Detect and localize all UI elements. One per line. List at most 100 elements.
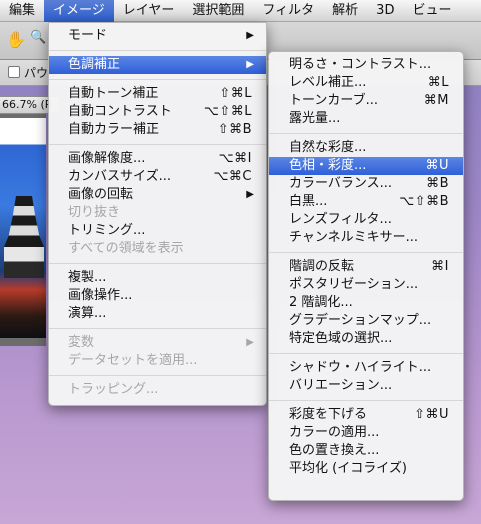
zoom-tool-icon[interactable]: 🔍 [30,30,46,45]
menu-view[interactable]: ビュー [403,0,460,22]
menu-item-label: レベル補正... [289,75,367,90]
menu-item-label: レンズフィルタ... [289,212,392,227]
menu-item-shortcut: ⌥⇧⌘L [203,104,252,119]
menu-item-shortcut: ⌘U [425,158,449,173]
menu-item-trim[interactable]: トリミング... [49,222,266,240]
menu-item-shortcut: ⌥⌘C [213,169,252,184]
menu-item-label: 2 階調化... [289,295,353,310]
menu-item-shortcut: ⌘I [431,259,449,274]
menu-item-mode[interactable]: モード ▶ [49,27,266,45]
submenu-item-invert[interactable]: 階調の反転 ⌘I [269,258,463,276]
menu-item-label: 色調補正 [68,57,121,72]
hand-tool-icon[interactable]: ✋ [6,30,26,49]
menu-item-image-size[interactable]: 画像解像度... ⌥⌘I [49,150,266,168]
menu-item-auto-contrast[interactable]: 自動コントラスト ⌥⇧⌘L [49,103,266,121]
menu-edit[interactable]: 編集 [0,0,44,22]
submenu-item-replace-color[interactable]: 色の置き換え... [269,442,463,460]
menu-separator [49,263,266,264]
menu-item-label: バリエーション... [289,378,393,393]
submenu-item-curves[interactable]: トーンカーブ... ⌘M [269,92,463,110]
menu-bar: 編集 イメージ レイヤー 選択範囲 フィルタ 解析 3D ビュー [0,0,481,22]
menu-item-label: 色の置き換え... [289,443,380,458]
menu-select[interactable]: 選択範囲 [183,0,253,22]
menu-separator [49,375,266,376]
submenu-arrow-icon: ▶ [246,30,254,41]
menu-item-shortcut: ⇧⌘B [217,122,252,137]
menu-item-crop[interactable]: 切り抜き [49,204,266,222]
menu-item-apply-data-set[interactable]: データセットを適用... [49,352,266,370]
menu-item-label: カラーバランス... [289,176,393,191]
submenu-item-hue-saturation[interactable]: 色相・彩度... ⌘U [269,157,463,175]
submenu-item-exposure[interactable]: 露光量... [269,110,463,128]
submenu-item-selective-color[interactable]: 特定色域の選択... [269,330,463,348]
menu-item-label: 演算... [68,306,107,321]
menu-separator [49,144,266,145]
menu-item-canvas-size[interactable]: カンバスサイズ... ⌥⌘C [49,168,266,186]
submenu-item-match-color[interactable]: カラーの適用... [269,424,463,442]
menu-item-label: トーンカーブ... [289,93,378,108]
menu-item-trapping[interactable]: トラッピング... [49,381,266,399]
menu-item-image-rotation[interactable]: 画像の回転 ▶ [49,186,266,204]
menu-layer[interactable]: レイヤー [114,0,184,22]
menu-item-label: データセットを適用... [68,353,198,368]
menu-item-label: 自然な彩度... [289,140,367,155]
menu-item-adjustments[interactable]: 色調補正 ▶ [49,56,266,74]
menu-item-shortcut: ⌘M [423,93,449,108]
menu-item-duplicate[interactable]: 複製... [49,269,266,287]
menu-filter[interactable]: フィルタ [253,0,323,22]
menu-item-auto-color[interactable]: 自動カラー補正 ⇧⌘B [49,121,266,139]
menu-item-label: 自動カラー補正 [68,122,160,137]
menu-item-label: 彩度を下げる [289,407,368,422]
menu-item-shortcut: ⌥⇧⌘B [399,194,449,209]
menu-item-variables[interactable]: 変数 ▶ [49,334,266,352]
menu-item-shortcut: ⌘B [426,176,449,191]
menu-separator [269,353,463,354]
submenu-item-gradient-map[interactable]: グラデーションマップ... [269,312,463,330]
menu-item-label: 自動コントラスト [68,104,172,119]
menu-item-label: モード [68,28,108,43]
submenu-item-levels[interactable]: レベル補正... ⌘L [269,74,463,92]
menu-image[interactable]: イメージ [44,0,114,22]
menu-item-auto-tone[interactable]: 自動トーン補正 ⇧⌘L [49,85,266,103]
menu-item-label: 変数 [68,335,95,350]
submenu-item-channel-mixer[interactable]: チャンネルミキサー... [269,229,463,247]
menu-item-label: ポスタリゼーション... [289,277,419,292]
menu-item-label: 明るさ・コントラスト... [289,57,432,72]
menu-item-calculations[interactable]: 演算... [49,305,266,323]
submenu-arrow-icon: ▶ [246,59,254,70]
menu-analysis[interactable]: 解析 [323,0,367,22]
menu-item-label: 露光量... [289,111,341,126]
submenu-item-variations[interactable]: バリエーション... [269,377,463,395]
submenu-item-photo-filter[interactable]: レンズフィルタ... [269,211,463,229]
menu-separator [49,328,266,329]
submenu-item-desaturate[interactable]: 彩度を下げる ⇧⌘U [269,406,463,424]
menu-item-label: カラーの適用... [289,425,380,440]
menu-item-label: トリミング... [68,223,146,238]
image-menu: モード ▶ 色調補正 ▶ 自動トーン補正 ⇧⌘L 自動コントラスト ⌥⇧⌘L 自… [48,22,267,406]
menu-item-reveal-all[interactable]: すべての領域を表示 [49,240,266,258]
menu-item-label: 階調の反転 [289,259,355,274]
menu-item-label: 特定色域の選択... [289,331,393,346]
submenu-item-posterize[interactable]: ポスタリゼーション... [269,276,463,294]
option-checkbox[interactable] [8,66,20,78]
menu-3d[interactable]: 3D [367,0,403,22]
submenu-item-brightness-contrast[interactable]: 明るさ・コントラスト... [269,56,463,74]
menu-separator [49,50,266,51]
submenu-item-threshold[interactable]: 2 階調化... [269,294,463,312]
submenu-item-vibrance[interactable]: 自然な彩度... [269,139,463,157]
adjustments-submenu: 明るさ・コントラスト... レベル補正... ⌘L トーンカーブ... ⌘M 露… [268,51,464,501]
menu-item-label: すべての領域を表示 [68,241,184,256]
menu-separator [269,133,463,134]
menu-item-label: カンバスサイズ... [68,169,172,184]
submenu-item-color-balance[interactable]: カラーバランス... ⌘B [269,175,463,193]
menu-item-shortcut: ⇧⌘U [414,407,449,422]
menu-item-shortcut: ⌥⌘I [218,151,252,166]
menu-item-label: グラデーションマップ... [289,313,432,328]
submenu-item-shadows-highlights[interactable]: シャドウ・ハイライト... [269,359,463,377]
menu-item-shortcut: ⌘L [427,75,449,90]
submenu-item-equalize[interactable]: 平均化 (イコライズ) [269,460,463,478]
submenu-item-black-white[interactable]: 白黒... ⌥⇧⌘B [269,193,463,211]
submenu-arrow-icon: ▶ [246,337,254,348]
menu-item-apply-image[interactable]: 画像操作... [49,287,266,305]
menu-separator [269,400,463,401]
